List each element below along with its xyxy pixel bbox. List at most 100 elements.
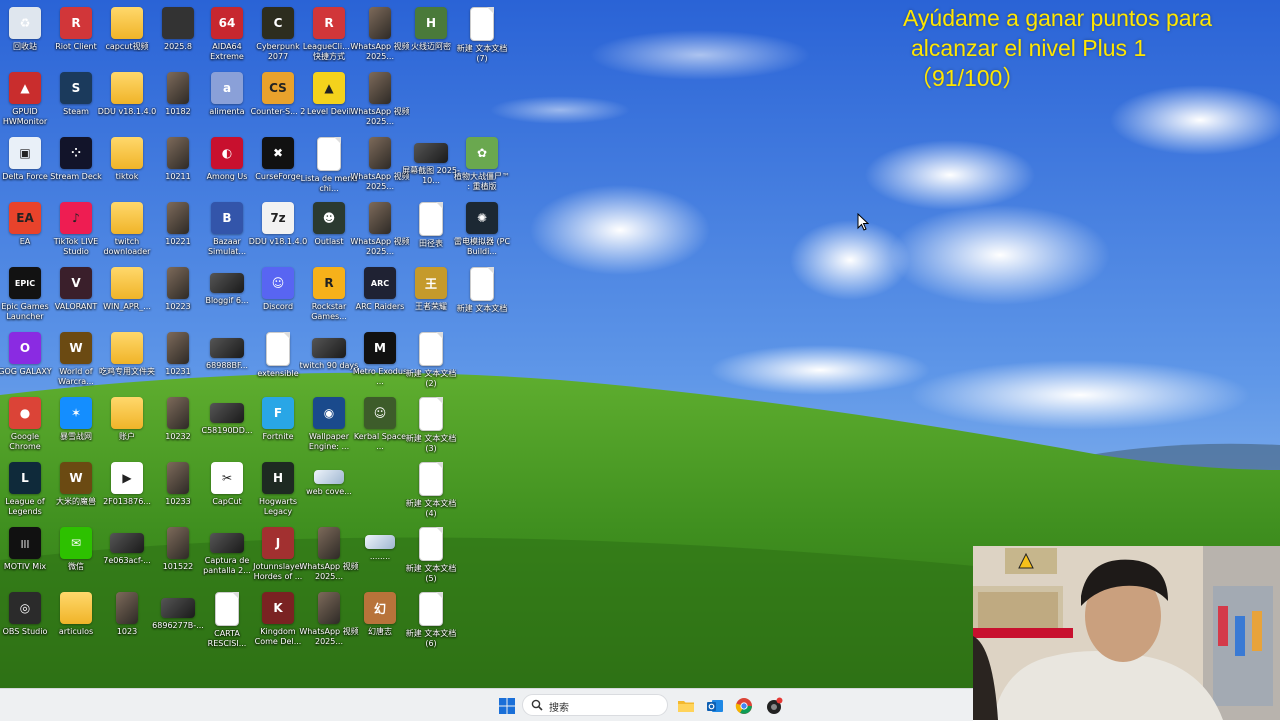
overlay-line-1: Ayúdame a ganar puntos para — [903, 5, 1213, 31]
search-icon — [531, 699, 543, 711]
image-icon — [110, 533, 144, 553]
folder-icon — [111, 7, 143, 39]
desktop-icon[interactable]: web cove... — [299, 458, 359, 522]
arc-raiders-icon: ARC — [364, 267, 396, 299]
folder-icon — [111, 397, 143, 429]
cs2-icon: CS — [262, 72, 294, 104]
obs-icon: ◎ — [9, 592, 41, 624]
lol-icon: L — [9, 462, 41, 494]
mouse-cursor — [857, 213, 869, 231]
aida64-icon: 64 — [211, 7, 243, 39]
riot-icon: R — [313, 7, 345, 39]
game-icon: 幻 — [364, 592, 396, 624]
video-icon — [369, 137, 391, 169]
video-icon — [318, 527, 340, 559]
hogwarts-icon: H — [262, 462, 294, 494]
wow-icon: W — [60, 332, 92, 364]
bloggif-icon — [210, 273, 244, 293]
start-icon[interactable] — [498, 697, 516, 715]
video-icon — [318, 592, 340, 624]
chrome-doc-icon — [215, 592, 239, 626]
wallpaper-engine-icon: ◉ — [313, 397, 345, 429]
photo-icon — [167, 397, 189, 429]
photo-icon — [167, 267, 189, 299]
desktop-icon-label: WhatsApp 视频2025... — [350, 107, 410, 126]
taskbar-search-box[interactable]: 搜索 — [522, 694, 668, 716]
cyberpunk-icon: C — [262, 7, 294, 39]
twitch-icon — [312, 338, 346, 358]
text-doc-icon — [470, 267, 494, 301]
taskbar: 搜索 — [0, 688, 973, 721]
steam-icon: S — [60, 72, 92, 104]
desktop-icon-label: 新建 文本文档 (3) — [405, 434, 457, 453]
search-placeholder: 搜索 — [549, 703, 569, 714]
outlast-icon: ☻ — [313, 202, 345, 234]
photo-icon — [167, 202, 189, 234]
photo-icon — [167, 462, 189, 494]
folder-icon — [60, 592, 92, 624]
app-icon[interactable] — [765, 697, 783, 715]
desktop-icon[interactable]: 新建 文本文档 (3) — [401, 393, 461, 457]
pvz-icon: ✿ — [466, 137, 498, 169]
alimenta-icon: a — [211, 72, 243, 104]
text-doc-icon — [419, 462, 443, 496]
photo-icon — [167, 332, 189, 364]
folder-icon — [111, 332, 143, 364]
desktop-icon[interactable]: 新建 文本文档 — [452, 263, 512, 327]
chrome-icon[interactable] — [735, 697, 753, 715]
photo-icon — [167, 72, 189, 104]
metro-icon: M — [364, 332, 396, 364]
desktop-icon[interactable]: 新建 文本文档 (5) — [401, 523, 461, 587]
jotunnslayer-icon: J — [262, 527, 294, 559]
kerbal-icon: ☺ — [364, 397, 396, 429]
video-icon — [210, 338, 244, 358]
desktop-icon-label: 新建 文本文档 — [456, 304, 508, 313]
game-icon: H — [415, 7, 447, 39]
desktop-icon[interactable]: 新建 文本文档 (7) — [452, 3, 512, 67]
text-doc-icon — [419, 397, 443, 431]
kingdom-come-icon: K — [262, 592, 294, 624]
gog-icon: O — [9, 332, 41, 364]
riot-icon: R — [60, 7, 92, 39]
desktop-icon[interactable]: 新建 文本文档 (2) — [401, 328, 461, 392]
capcut-icon: ✂ — [211, 462, 243, 494]
folder-icon — [111, 267, 143, 299]
file-explorer-icon[interactable] — [677, 697, 695, 715]
recycle-bin-icon: ♻ — [9, 7, 41, 39]
emulator-icon: ✺ — [466, 202, 498, 234]
discord-icon: ☺ — [262, 267, 294, 299]
image-icon — [161, 598, 195, 618]
overlay-line-3: （91/100） — [909, 65, 1026, 91]
desktop-icon-label: 雷电模拟器 (PC Buildi... — [453, 237, 511, 256]
desktop-icon[interactable]: 新建 文本文档 (4) — [401, 458, 461, 522]
folder-icon — [111, 72, 143, 104]
bazaar-icon: B — [211, 202, 243, 234]
desktop-icon-label: web cove... — [306, 487, 352, 496]
photo-icon — [167, 527, 189, 559]
outlook-icon[interactable] — [706, 697, 724, 715]
folder-dark-icon — [162, 7, 194, 39]
among-us-icon: ◐ — [211, 137, 243, 169]
level-devil-icon: ▲ — [313, 72, 345, 104]
wow-icon: W — [60, 462, 92, 494]
desktop-icon[interactable]: WhatsApp 视频2025... — [350, 68, 410, 132]
video-icon — [369, 202, 391, 234]
chrome-icon: ● — [9, 397, 41, 429]
desktop-icon[interactable]: ✿ 植物大战僵尸™ : 重植版 — [452, 133, 512, 197]
desktop-icon[interactable]: ✺ 雷电模拟器 (PC Buildi... — [452, 198, 512, 262]
desktop-icon-label: 新建 文本文档 (7) — [456, 44, 508, 63]
hwmonitor-icon: ▲ — [9, 72, 41, 104]
video-icon — [369, 72, 391, 104]
rockstar-icon: R — [313, 267, 345, 299]
text-doc-icon — [266, 332, 290, 366]
text-doc-icon — [470, 7, 494, 41]
photo-icon — [167, 137, 189, 169]
tiktok-icon: ♪ — [60, 202, 92, 234]
screenshot-icon — [414, 143, 448, 163]
battlenet-icon: ✶ — [60, 397, 92, 429]
desktop-icon[interactable]: 新建 文本文档 (6) — [401, 588, 461, 652]
image-icon — [314, 470, 344, 484]
delta-force-icon: ▣ — [9, 137, 41, 169]
epic-icon: EPIC — [9, 267, 41, 299]
screenshot-icon — [210, 533, 244, 553]
